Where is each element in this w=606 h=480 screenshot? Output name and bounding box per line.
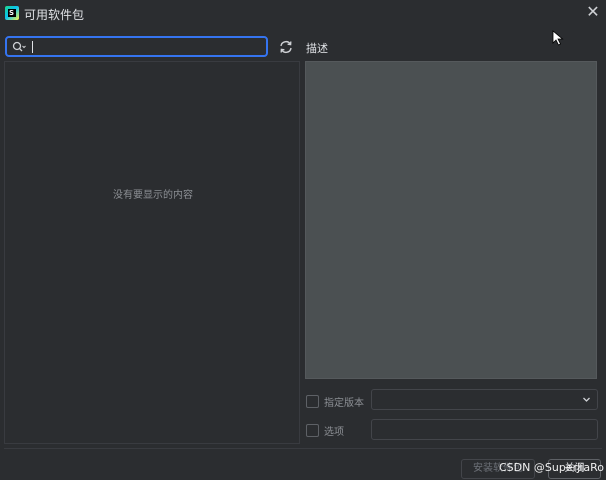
search-field[interactable] — [5, 36, 268, 57]
close-icon[interactable]: ✕ — [584, 3, 602, 21]
window-title: 可用软件包 — [24, 8, 85, 22]
options-label: 选项 — [324, 427, 344, 438]
chevron-down-icon — [583, 397, 590, 402]
watermark: CSDN @SuperJiaRo — [499, 461, 605, 474]
description-label: 描述 — [306, 42, 328, 55]
search-input[interactable] — [31, 39, 261, 54]
empty-list-message: 没有要显示的内容 — [113, 190, 193, 201]
specify-version-label: 指定版本 — [324, 398, 364, 409]
text-caret — [32, 41, 33, 53]
description-area — [305, 61, 597, 379]
app-logo-icon: S — [5, 6, 19, 20]
search-icon[interactable] — [12, 41, 26, 53]
package-list[interactable]: 没有要显示的内容 — [4, 61, 300, 444]
version-select[interactable] — [371, 389, 598, 410]
title-bar: S 可用软件包 ✕ — [0, 0, 606, 28]
specify-version-checkbox[interactable] — [306, 395, 319, 408]
options-checkbox[interactable] — [306, 424, 319, 437]
mouse-cursor-icon — [552, 30, 564, 46]
options-input[interactable] — [371, 419, 598, 440]
footer-divider — [4, 448, 602, 449]
refresh-icon[interactable] — [278, 39, 294, 55]
